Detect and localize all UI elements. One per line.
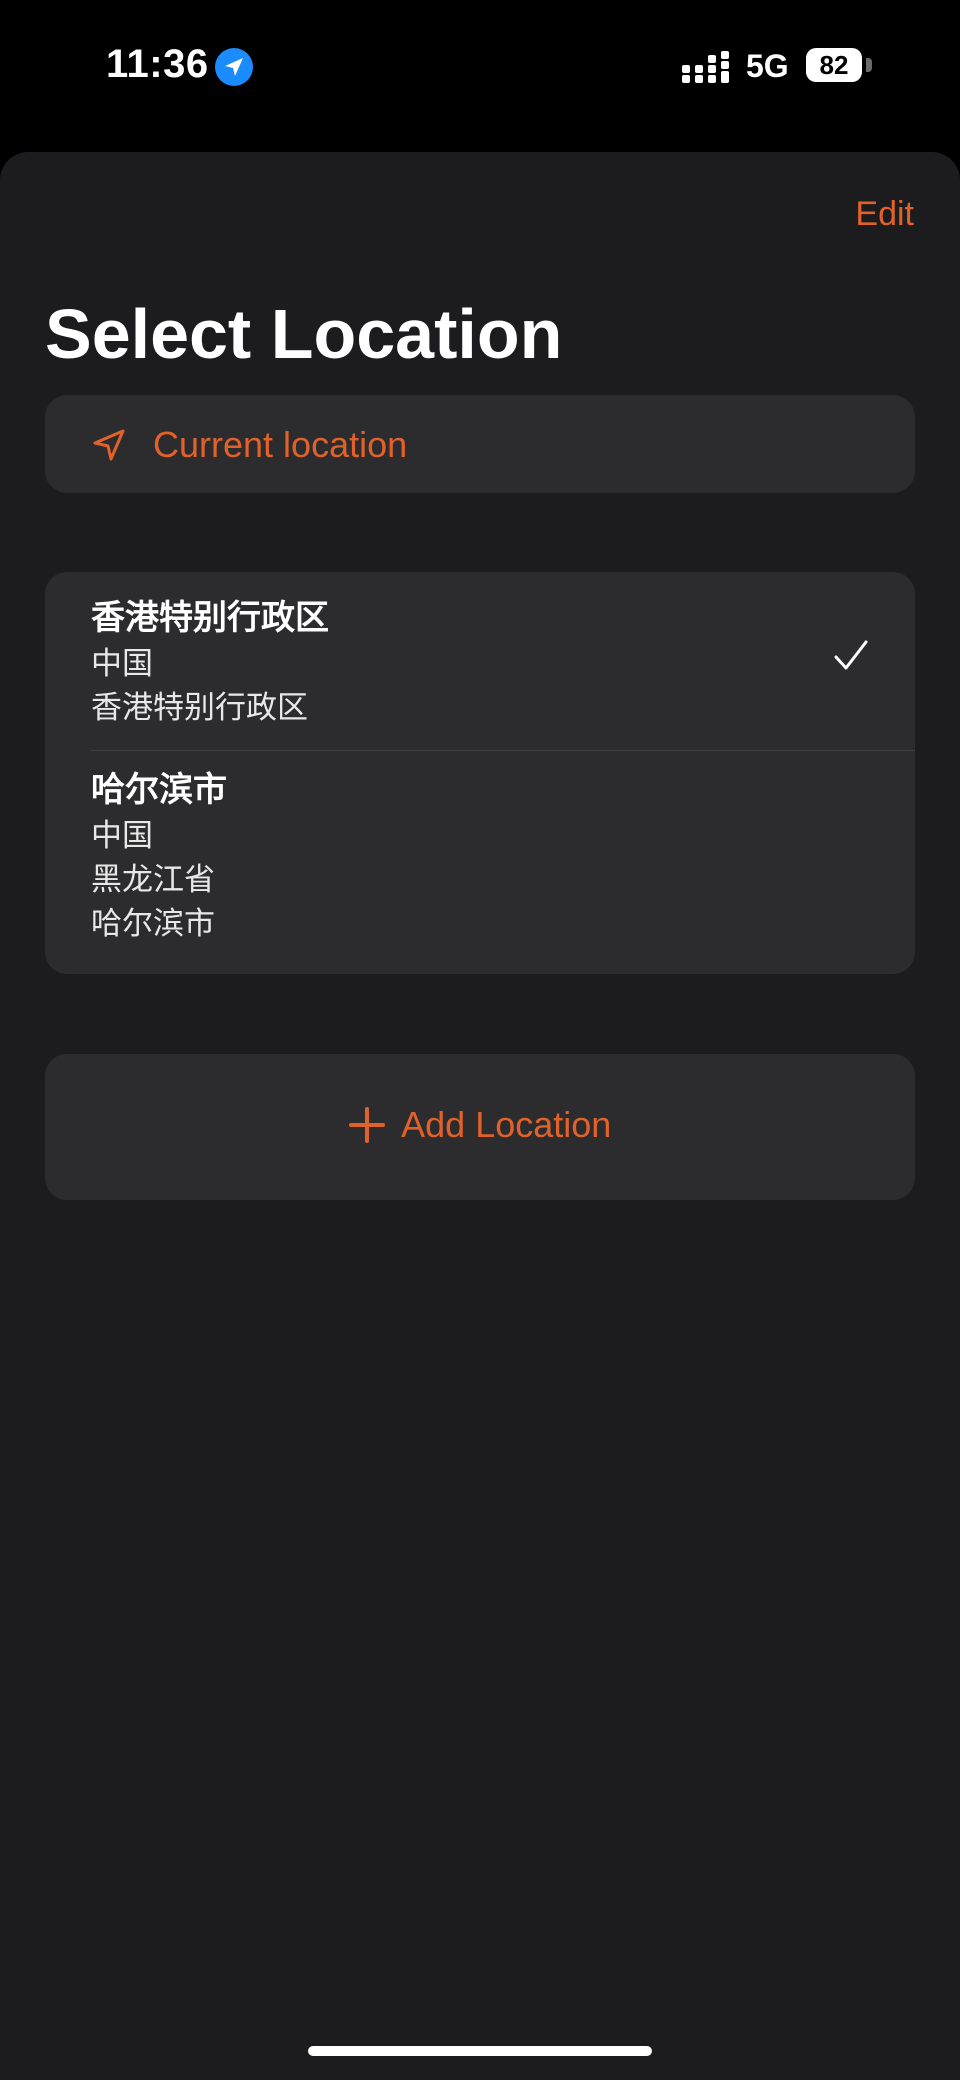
signal-icon (682, 51, 729, 83)
current-location-label: Current location (153, 424, 408, 465)
status-time: 11:36 (106, 42, 209, 86)
select-location-sheet: Edit Select Location Current location 香港… (0, 152, 960, 2080)
location-region: 香港特别行政区 (91, 690, 308, 725)
location-country: 中国 (91, 646, 153, 681)
location-item-hong-kong[interactable]: 香港特别行政区 中国 香港特别行政区 (45, 572, 915, 750)
battery-level: 82 (819, 50, 849, 80)
checkmark-icon (834, 640, 868, 670)
status-bar: 11:36 5G 82 (0, 0, 960, 150)
add-location-label: Add Location (401, 1104, 612, 1145)
add-location-content: Add Location (45, 1104, 915, 1150)
network-type: 5G (746, 48, 789, 84)
battery-icon: 82 (806, 48, 862, 82)
location-province: 黑龙江省 (91, 862, 215, 897)
navigation-arrow-icon (93, 429, 125, 461)
locations-list: 香港特别行政区 中国 香港特别行政区 哈尔滨市 中国 黑龙江省 哈尔滨市 (45, 572, 915, 974)
location-name: 哈尔滨市 (91, 771, 227, 809)
location-item-harbin[interactable]: 哈尔滨市 中国 黑龙江省 哈尔滨市 (45, 750, 915, 974)
battery-cap (866, 58, 872, 72)
edit-button[interactable]: Edit (855, 194, 914, 234)
add-location-button[interactable]: Add Location (45, 1054, 915, 1200)
location-arrow-icon (215, 48, 253, 86)
location-country: 中国 (91, 818, 153, 853)
page-title: Select Location (45, 295, 563, 373)
plus-icon (348, 1107, 385, 1143)
location-name: 香港特别行政区 (91, 599, 329, 637)
home-indicator[interactable] (308, 2046, 652, 2056)
current-location-button[interactable]: Current location (45, 395, 915, 493)
location-city: 哈尔滨市 (91, 906, 215, 941)
